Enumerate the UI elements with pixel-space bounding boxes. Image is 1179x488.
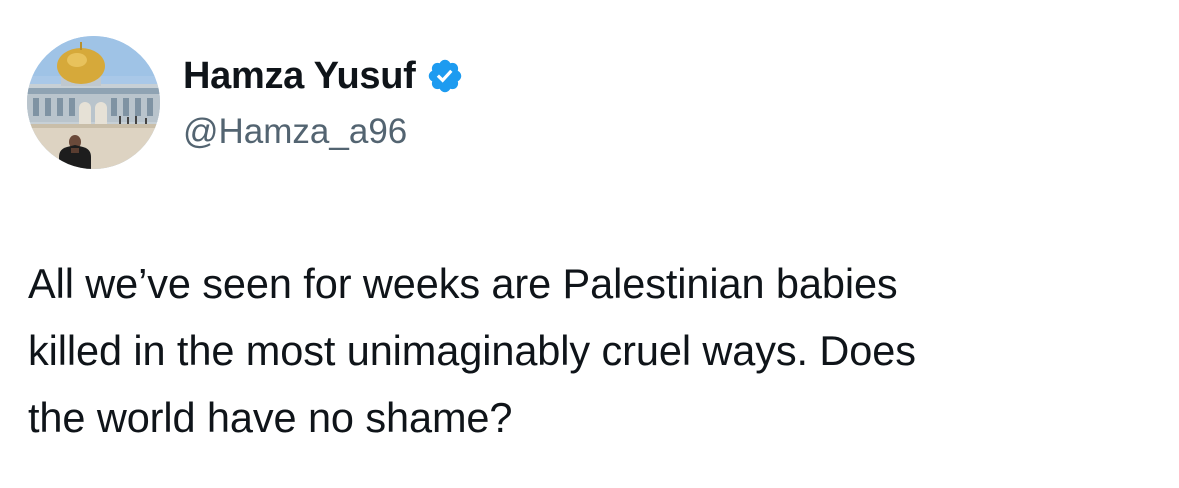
- display-name[interactable]: Hamza Yusuf: [183, 55, 416, 98]
- tweet: Hamza Yusuf @Hamza_a96 All we’ve seen fo…: [0, 0, 1179, 488]
- user-handle[interactable]: @Hamza_a96: [183, 112, 407, 152]
- avatar-image: [27, 36, 160, 169]
- verified-badge-icon: [426, 57, 464, 95]
- tweet-text: All we’ve seen for weeks are Palestinian…: [28, 260, 916, 441]
- author-name-row: Hamza Yusuf: [183, 53, 464, 99]
- avatar[interactable]: [27, 36, 160, 169]
